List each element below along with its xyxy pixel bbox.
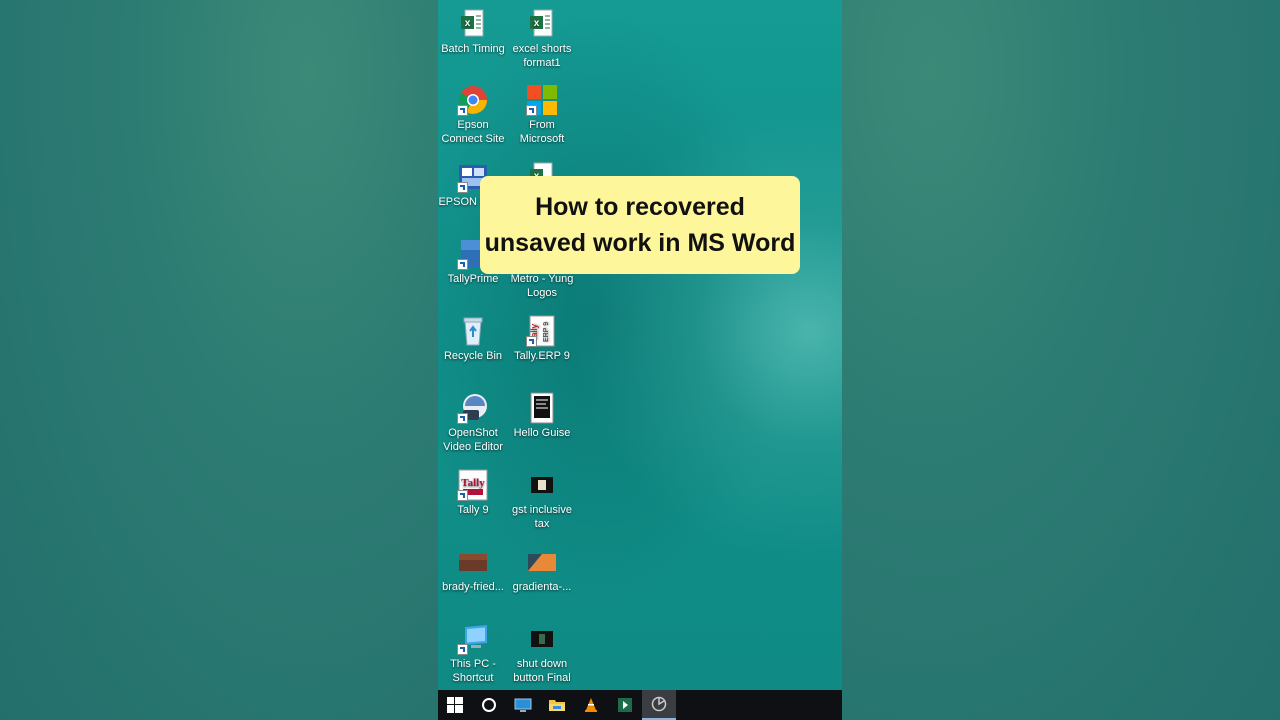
shortcut-arrow-icon	[526, 336, 537, 347]
desktop-icon-from-microsoft[interactable]: From Microsoft	[507, 84, 577, 146]
desktop-icon-this-pc-shortcut[interactable]: This PC - Shortcut	[438, 623, 508, 685]
desktop-icon-batch-timing[interactable]: x Batch Timing	[438, 8, 508, 56]
start-windows-icon[interactable]	[438, 690, 472, 720]
icon-label: Hello Guise	[513, 427, 571, 439]
icon-label: gst inclusive tax	[512, 504, 572, 530]
shortcut-arrow-icon	[457, 105, 468, 116]
taskbar	[438, 690, 842, 720]
desktop-icon-openshot[interactable]: OpenShot Video Editor	[438, 392, 508, 454]
tally9-icon: Tally	[457, 469, 489, 501]
icon-label: Tally 9	[457, 504, 489, 516]
title-banner: How to recovered unsaved work in MS Word	[480, 176, 800, 274]
vlc-icon[interactable]	[574, 690, 608, 720]
shortcut-arrow-icon	[526, 105, 537, 116]
svg-text:ERP 9: ERP 9	[543, 322, 550, 342]
shortcut-arrow-icon	[457, 259, 468, 270]
icon-label: brady-fried...	[442, 581, 504, 593]
shortcut-arrow-icon	[457, 182, 468, 193]
icon-label: Tally.ERP 9	[514, 350, 570, 362]
icon-label: Epson Connect Site	[441, 119, 505, 145]
icon-label: This PC - Shortcut	[450, 658, 496, 684]
this-pc-icon	[457, 623, 489, 655]
video-thumbnail-icon	[526, 469, 558, 501]
desktop: x Batch Timing x excel shorts format1 Ep…	[438, 0, 842, 690]
icon-label: shut down button Final	[513, 658, 571, 684]
openshot-icon	[457, 392, 489, 424]
background-blur-left	[0, 0, 438, 720]
banner-line-1: How to recovered	[535, 193, 745, 221]
icon-label: excel shorts format1	[512, 43, 572, 69]
icon-label: OpenShot Video Editor	[443, 427, 503, 453]
search-cortana-icon[interactable]	[472, 690, 506, 720]
desktop-icon-tally9[interactable]: Tally Tally 9	[438, 469, 508, 517]
document-icon	[526, 392, 558, 424]
desktop-icon-tally-erp9[interactable]: tally ERP 9 Tally.ERP 9	[507, 315, 577, 363]
svg-text:x: x	[534, 18, 540, 29]
video-thumbnail-icon	[526, 623, 558, 655]
tally-erp9-icon: tally ERP 9	[526, 315, 558, 347]
icon-label: Metro - Yung Logos	[510, 273, 574, 299]
file-explorer-icon[interactable]	[540, 690, 574, 720]
shortcut-arrow-icon	[457, 644, 468, 655]
desktop-icon-hello-guise[interactable]: Hello Guise	[507, 392, 577, 440]
desktop-icon-recycle-bin[interactable]: Recycle Bin	[438, 315, 508, 363]
excel-file-icon: x	[457, 8, 489, 40]
svg-text:Tally: Tally	[461, 477, 485, 489]
desktop-icon-gradienta[interactable]: gradienta-...	[507, 546, 577, 594]
shortcut-arrow-icon	[457, 413, 468, 424]
icon-label: gradienta-...	[512, 581, 572, 593]
image-thumbnail-icon	[457, 546, 489, 578]
desktop-icon-brady-fried[interactable]: brady-fried...	[438, 546, 508, 594]
recycle-bin-icon	[457, 315, 489, 347]
openshot-taskbar-icon[interactable]	[642, 690, 676, 720]
icon-label: TallyPrime	[447, 273, 499, 285]
desktop-icon-gst-inclusive-tax[interactable]: gst inclusive tax	[507, 469, 577, 531]
svg-text:x: x	[465, 18, 471, 29]
icon-label: Recycle Bin	[443, 350, 503, 362]
desktop-icon-epson-connect-site[interactable]: Epson Connect Site	[438, 84, 508, 146]
banner-line-2: unsaved work in MS Word	[484, 229, 796, 257]
app-green-icon[interactable]	[608, 690, 642, 720]
desktop-monitor-icon[interactable]	[506, 690, 540, 720]
excel-file-icon: x	[526, 8, 558, 40]
background-blur-right	[842, 0, 1280, 720]
desktop-icon-excel-shorts-format1[interactable]: x excel shorts format1	[507, 8, 577, 70]
microsoft-folder-icon	[526, 84, 558, 116]
shortcut-arrow-icon	[457, 490, 468, 501]
icon-label: Batch Timing	[441, 43, 505, 55]
icon-label: From Microsoft	[519, 119, 565, 145]
gradient-image-icon	[526, 546, 558, 578]
desktop-icon-shut-down-button-final[interactable]: shut down button Final	[507, 623, 577, 685]
chrome-icon	[457, 84, 489, 116]
